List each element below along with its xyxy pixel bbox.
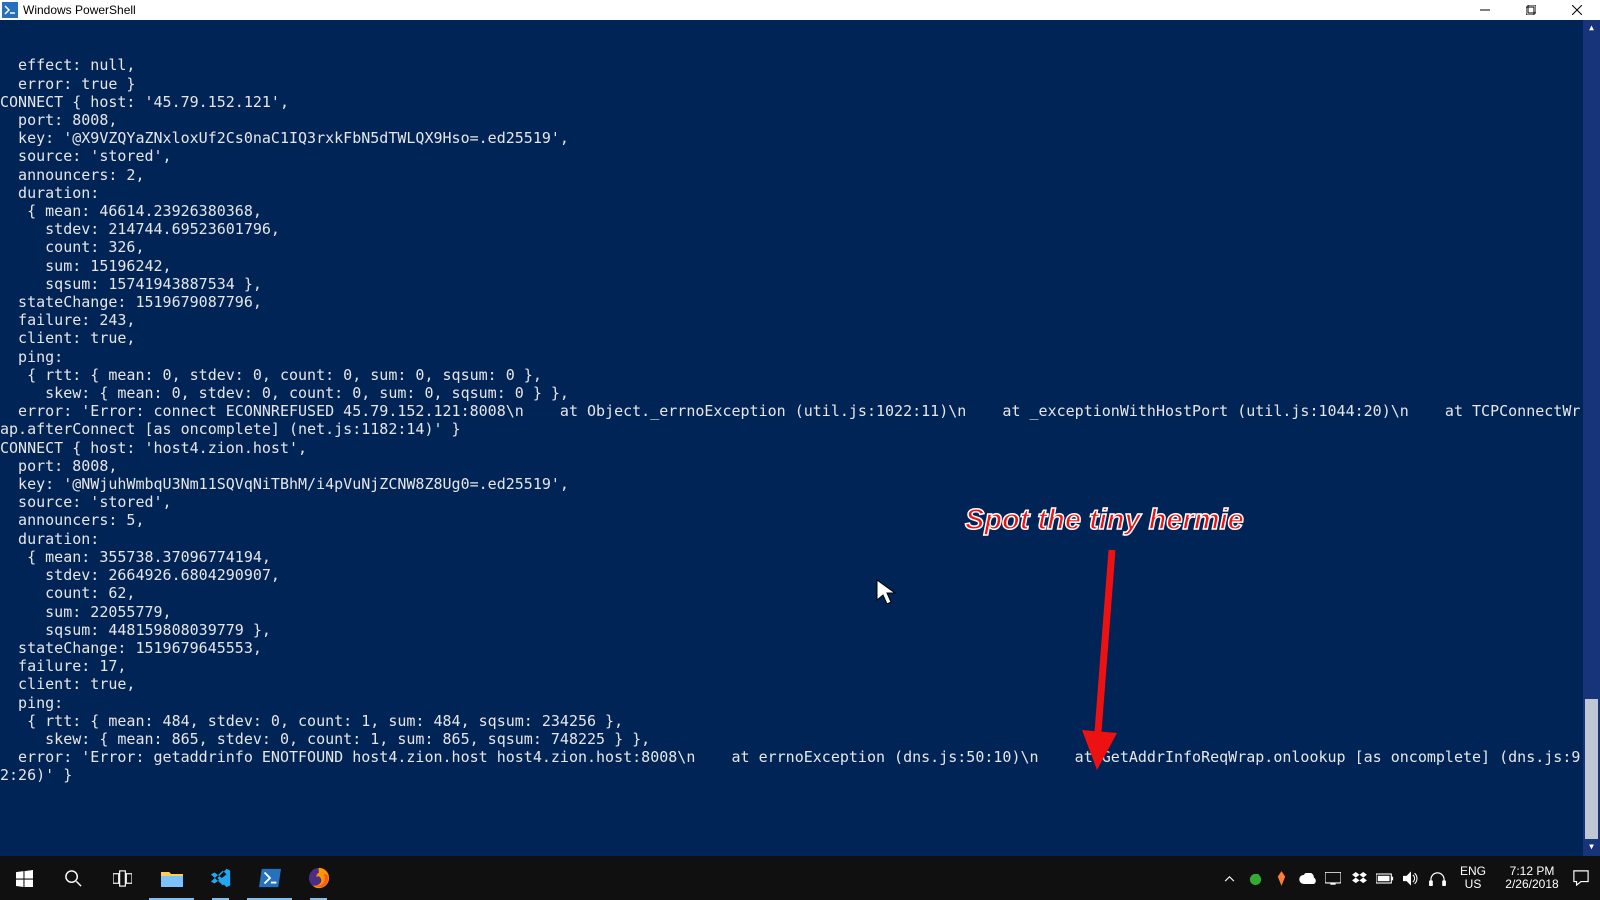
start-button[interactable] xyxy=(0,856,49,900)
tray-volume-icon[interactable] xyxy=(1398,856,1424,900)
minimize-button[interactable] xyxy=(1462,0,1508,20)
tray-keybase-icon[interactable] xyxy=(1268,856,1294,900)
scroll-down-button[interactable]: ▼ xyxy=(1583,839,1600,856)
taskbar-firefox[interactable] xyxy=(294,856,343,900)
taskbar-powershell[interactable] xyxy=(245,856,294,900)
language-secondary: US xyxy=(1450,878,1496,891)
terminal[interactable]: effect: null, error: true } CONNECT { ho… xyxy=(0,20,1600,856)
annotation-text: Spot the tiny hermie xyxy=(965,504,1244,537)
taskbar: ENG US 7:12 PM 2/26/2018 xyxy=(0,856,1600,900)
mouse-cursor-icon xyxy=(875,578,899,608)
tray-chevron-up-icon[interactable] xyxy=(1216,856,1242,900)
search-button[interactable] xyxy=(49,856,98,900)
taskbar-spacer xyxy=(343,856,1216,900)
tray-dropbox-icon[interactable] xyxy=(1346,856,1372,900)
task-view-button[interactable] xyxy=(98,856,147,900)
tray-battery-icon[interactable] xyxy=(1372,856,1398,900)
tray-onedrive-icon[interactable] xyxy=(1294,856,1320,900)
powershell-icon xyxy=(2,2,18,18)
window-titlebar: Windows PowerShell xyxy=(0,0,1600,20)
tray-cast-icon[interactable] xyxy=(1320,856,1346,900)
annotation-arrow-icon xyxy=(1072,545,1132,775)
maximize-button[interactable] xyxy=(1508,0,1554,20)
terminal-output: effect: null, error: true } CONNECT { ho… xyxy=(0,56,1600,784)
clock[interactable]: 7:12 PM 2/26/2018 xyxy=(1496,865,1568,891)
scroll-up-button[interactable]: ▲ xyxy=(1583,20,1600,37)
clock-date: 2/26/2018 xyxy=(1496,878,1568,891)
scroll-thumb[interactable] xyxy=(1585,699,1598,839)
tray-headphones-icon[interactable] xyxy=(1424,856,1450,900)
close-button[interactable] xyxy=(1554,0,1600,20)
tray-hermie-icon[interactable] xyxy=(1242,856,1268,900)
taskbar-vscode[interactable] xyxy=(196,856,245,900)
window-title: Windows PowerShell xyxy=(23,3,1462,17)
terminal-scrollbar[interactable]: ▲ ▼ xyxy=(1583,20,1600,856)
taskbar-file-explorer[interactable] xyxy=(147,856,196,900)
language-indicator[interactable]: ENG US xyxy=(1450,865,1496,891)
system-tray: ENG US 7:12 PM 2/26/2018 xyxy=(1216,856,1600,900)
action-center-button[interactable] xyxy=(1568,856,1594,900)
